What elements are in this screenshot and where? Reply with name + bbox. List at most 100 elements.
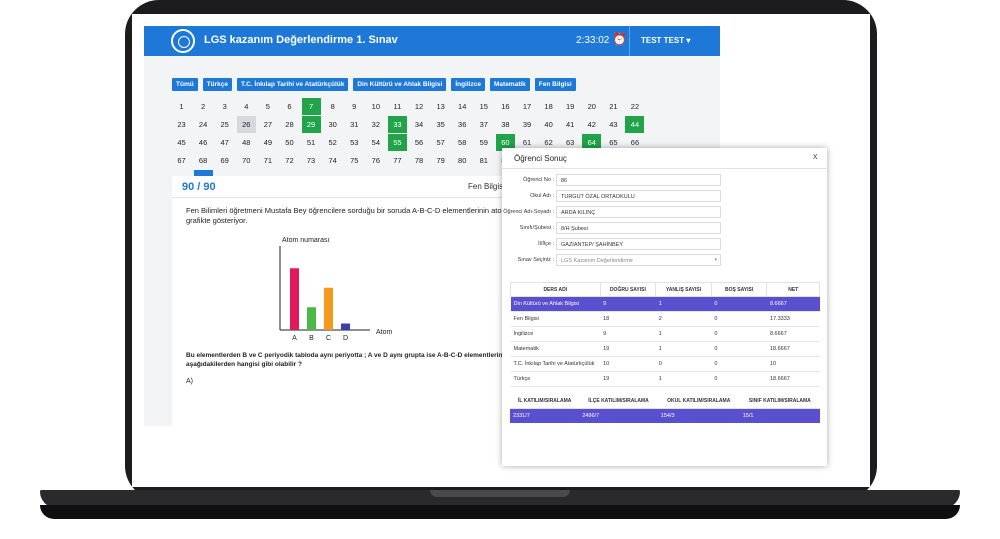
question-number-button[interactable]: 17 (518, 98, 537, 115)
results-cell: 1 (655, 371, 712, 387)
results-row[interactable]: Türkçe 19 1 0 18.6667 (510, 371, 820, 387)
question-number-button[interactable]: 21 (604, 98, 623, 115)
question-number-button[interactable]: 44 (625, 116, 645, 133)
question-number-button[interactable]: 49 (258, 134, 277, 151)
question-number-button[interactable]: 2 (194, 98, 213, 115)
field-value[interactable]: 86 (556, 174, 721, 186)
question-number-button[interactable]: 19 (561, 98, 580, 115)
field-value[interactable]: GAZİANTEP/ ŞAHİNBEY (556, 238, 721, 250)
results-cell: 0 (711, 311, 767, 327)
question-number-button[interactable]: 52 (323, 134, 342, 151)
question-number-button[interactable]: 33 (387, 116, 407, 133)
question-number-button[interactable]: 68 (194, 152, 213, 169)
question-number-button[interactable]: 24 (194, 116, 213, 133)
option-a[interactable]: A) (186, 378, 193, 385)
question-number-button[interactable]: 16 (496, 98, 515, 115)
question-number-button[interactable]: 37 (474, 116, 493, 133)
question-number-button[interactable]: 15 (474, 98, 493, 115)
question-number-button[interactable]: 23 (172, 116, 191, 133)
question-number-button[interactable]: 74 (323, 152, 342, 169)
question-number-button[interactable]: 12 (410, 98, 429, 115)
question-number-button[interactable]: 79 (431, 152, 450, 169)
question-number-button[interactable]: 78 (410, 152, 429, 169)
question-number-button[interactable]: 57 (431, 134, 450, 151)
question-number-button[interactable]: 73 (302, 152, 321, 169)
question-number-button[interactable]: 51 (302, 134, 321, 151)
question-number-button[interactable]: 50 (280, 134, 299, 151)
subject-button[interactable]: Tümü (172, 78, 198, 91)
question-number-button[interactable]: 81 (474, 152, 493, 169)
question-number-button[interactable]: 56 (410, 134, 429, 151)
question-number-button[interactable]: 77 (388, 152, 407, 169)
subject-button[interactable]: İngilizce (451, 78, 485, 91)
question-number-button[interactable]: 43 (604, 116, 623, 133)
question-number-button[interactable]: 14 (453, 98, 472, 115)
question-number-button[interactable]: 1 (172, 98, 191, 115)
question-number-button[interactable]: 39 (518, 116, 537, 133)
question-number-button[interactable]: 9 (345, 98, 364, 115)
results-row[interactable]: T.C. İnkılap Tarihi ve Atatürkçülük 10 0 0 1… (510, 356, 820, 372)
question-number-button[interactable]: 47 (215, 134, 234, 151)
question-number-button[interactable]: 32 (366, 116, 385, 133)
question-number-button[interactable]: 76 (366, 152, 385, 169)
question-number-button[interactable]: 80 (453, 152, 472, 169)
results-cell: 0 (655, 356, 712, 372)
results-row[interactable]: Matematik 19 1 0 18.6667 (510, 341, 820, 357)
question-number-button[interactable]: 54 (366, 134, 385, 151)
question-number-button[interactable]: 10 (366, 98, 385, 115)
question-number-button[interactable]: 30 (323, 116, 342, 133)
field-value[interactable]: 8/H Şubesi (556, 222, 721, 234)
form-row: Sınav Seçiniz : LGS Kazanım Değerlendirme (502, 254, 827, 267)
question-number-button[interactable]: 13 (431, 98, 450, 115)
question-number-button[interactable]: 69 (215, 152, 234, 169)
question-number-button[interactable]: 27 (258, 116, 277, 133)
question-number-button[interactable]: 4 (237, 98, 256, 115)
question-number-button[interactable]: 11 (388, 98, 407, 115)
question-number-button[interactable]: 34 (410, 116, 429, 133)
question-number-button[interactable]: 6 (280, 98, 299, 115)
subject-button[interactable]: Fen Bilgisi (534, 78, 576, 91)
question-number-button[interactable]: 3 (215, 98, 234, 115)
question-number-button[interactable]: 41 (561, 116, 580, 133)
question-number-button[interactable]: 26 (236, 116, 256, 133)
question-number-button[interactable]: 40 (539, 116, 558, 133)
question-number-button[interactable]: 5 (258, 98, 277, 115)
question-number-button[interactable]: 53 (345, 134, 364, 151)
question-number-button[interactable]: 18 (539, 98, 558, 115)
user-menu[interactable]: TEST TEST ▾ (641, 36, 690, 45)
field-value[interactable]: ARDA KILINÇ (556, 206, 721, 218)
question-number-button[interactable]: 35 (431, 116, 450, 133)
question-number-button[interactable]: 71 (258, 152, 277, 169)
exam-select[interactable]: LGS Kazanım Değerlendirme (556, 254, 721, 266)
question-number-button[interactable]: 45 (172, 134, 191, 151)
question-number-button[interactable]: 31 (345, 116, 364, 133)
question-number-button[interactable]: 70 (237, 152, 256, 169)
subject-button[interactable]: Din Kültürü ve Ahlak Bilgisi (353, 78, 447, 91)
question-number-button[interactable]: 46 (194, 134, 213, 151)
field-value[interactable]: TURGUT ÖZAL ORTAOKULU (556, 190, 721, 202)
results-row[interactable]: Din Kültürü ve Ahlak Bilgisi 9 1 0 8.6667 (510, 296, 820, 312)
question-number-button[interactable]: 8 (323, 98, 342, 115)
question-number-button[interactable]: 29 (301, 116, 321, 133)
question-number-button[interactable]: 38 (496, 116, 515, 133)
subject-button[interactable]: Matematik (490, 78, 530, 91)
subject-button[interactable]: T.C. İnkılap Tarihi ve Atatürkçülük (237, 78, 349, 91)
question-number-button[interactable]: 72 (280, 152, 299, 169)
results-row[interactable]: Fen Bilgisi 18 2 0 17.3333 (510, 311, 820, 327)
question-number-button[interactable]: 75 (345, 152, 364, 169)
question-number-button[interactable]: 55 (387, 134, 407, 151)
question-number-button[interactable]: 28 (280, 116, 299, 133)
question-number-button[interactable]: 22 (625, 98, 644, 115)
question-number-button[interactable]: 25 (215, 116, 234, 133)
question-number-button[interactable]: 59 (474, 134, 493, 151)
question-number-button[interactable]: 7 (301, 98, 321, 115)
question-number-button[interactable]: 67 (172, 152, 191, 169)
close-icon[interactable]: x (813, 151, 818, 161)
question-number-button[interactable]: 20 (582, 98, 601, 115)
subject-button[interactable]: Türkçe (202, 78, 233, 91)
question-number-button[interactable]: 58 (453, 134, 472, 151)
question-number-button[interactable]: 42 (582, 116, 601, 133)
question-number-button[interactable]: 48 (237, 134, 256, 151)
results-row[interactable]: İngilizce 9 1 0 8.6667 (510, 326, 820, 342)
question-number-button[interactable]: 36 (453, 116, 472, 133)
